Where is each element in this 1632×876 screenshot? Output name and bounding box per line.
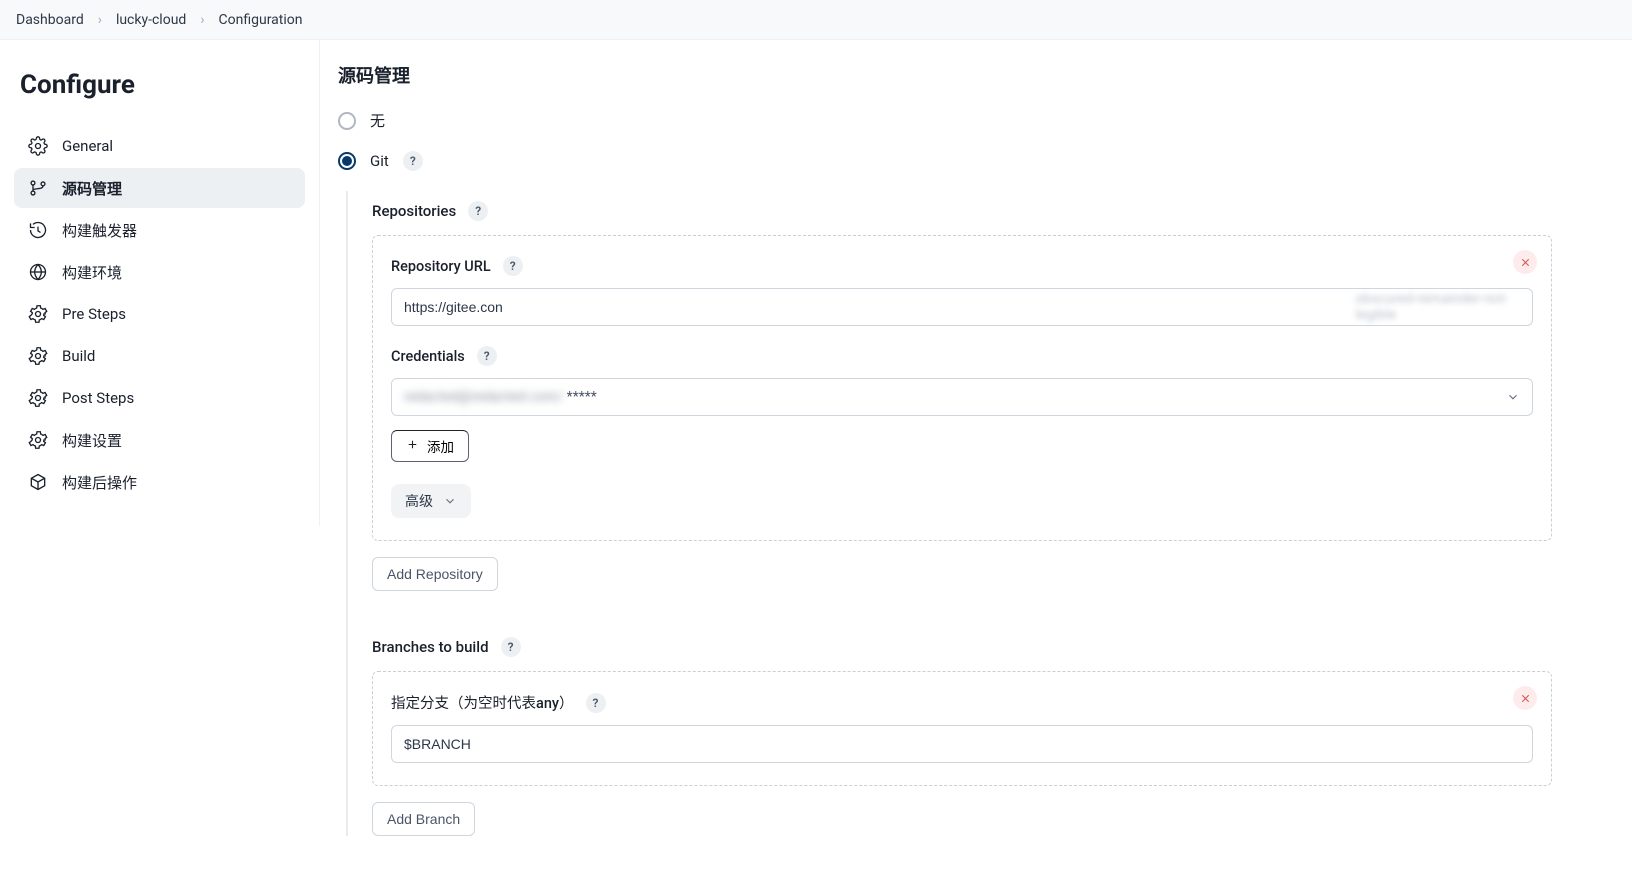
advanced-label: 高级 [405, 491, 433, 511]
help-icon[interactable]: ? [468, 201, 488, 221]
add-repository-label: Add Repository [387, 566, 483, 582]
sidebar-item-build-settings[interactable]: 构建设置 [14, 420, 305, 460]
git-branch-icon [28, 178, 48, 198]
sidebar-item-label: 源码管理 [62, 178, 122, 199]
scm-option-none[interactable]: 无 [338, 110, 1552, 131]
repository-url-field[interactable] [404, 299, 1351, 315]
page-title: Configure [20, 70, 299, 100]
credentials-select[interactable]: redacted@redacted.com/ ***** [391, 378, 1533, 416]
credentials-value-suffix: ***** [567, 389, 597, 405]
gear-icon [28, 136, 48, 156]
branch-spec-input[interactable] [391, 725, 1533, 763]
remove-branch-button[interactable] [1513, 686, 1537, 710]
sidebar-item-label: 构建触发器 [62, 220, 137, 241]
plus-icon [406, 438, 419, 454]
repository-card: Repository URL ? obscured-remainder-not-… [372, 235, 1552, 541]
credentials-label: Credentials [391, 348, 465, 365]
help-icon[interactable]: ? [586, 693, 606, 713]
sidebar-item-label: Pre Steps [62, 305, 126, 323]
repository-url-input[interactable]: obscured-remainder-not-legible [391, 288, 1533, 326]
gear-icon [28, 388, 48, 408]
chevron-down-icon [443, 494, 457, 508]
sidebar-item-triggers[interactable]: 构建触发器 [14, 210, 305, 250]
sidebar: Configure General 源码管理 构建触发器 构建环境 [0, 40, 320, 526]
radio-icon[interactable] [338, 152, 356, 170]
scm-option-git[interactable]: Git ? [338, 151, 1552, 171]
add-branch-button[interactable]: Add Branch [372, 802, 475, 836]
gear-icon [28, 346, 48, 366]
chevron-right-icon: › [98, 12, 102, 28]
sidebar-item-label: Build [62, 347, 95, 365]
add-credential-button[interactable]: 添加 [391, 430, 469, 462]
globe-icon [28, 262, 48, 282]
repositories-label: Repositories [372, 202, 456, 220]
redacted-text: obscured-remainder-not-legible [1355, 291, 1520, 323]
sidebar-item-post-build[interactable]: 构建后操作 [14, 462, 305, 502]
add-branch-label: Add Branch [387, 811, 460, 827]
scm-option-git-label: Git [370, 152, 389, 170]
breadcrumb: Dashboard › lucky-cloud › Configuration [0, 0, 1632, 40]
gear-icon [28, 304, 48, 324]
sidebar-item-label: General [62, 137, 113, 155]
add-repository-button[interactable]: Add Repository [372, 557, 498, 591]
sidebar-item-label: Post Steps [62, 389, 134, 407]
remove-repository-button[interactable] [1513, 250, 1537, 274]
breadcrumb-dashboard[interactable]: Dashboard [16, 12, 84, 28]
help-icon[interactable]: ? [477, 346, 497, 366]
breadcrumb-configuration[interactable]: Configuration [219, 12, 303, 28]
redacted-text: redacted@redacted.com/ [404, 389, 563, 405]
sidebar-item-general[interactable]: General [14, 126, 305, 166]
help-icon[interactable]: ? [403, 151, 423, 171]
section-heading-scm: 源码管理 [338, 62, 1552, 88]
sidebar-item-label: 构建环境 [62, 262, 122, 283]
chevron-right-icon: › [200, 12, 204, 28]
branch-spec-label: 指定分支（为空时代表any） [391, 692, 574, 713]
sidebar-item-label: 构建后操作 [62, 472, 137, 493]
history-icon [28, 220, 48, 240]
sidebar-item-post-steps[interactable]: Post Steps [14, 378, 305, 418]
add-credential-label: 添加 [427, 436, 454, 456]
branch-card: 指定分支（为空时代表any） ? [372, 671, 1552, 786]
sidebar-item-label: 构建设置 [62, 430, 122, 451]
branches-label: Branches to build [372, 638, 489, 656]
box-icon [28, 472, 48, 492]
advanced-toggle[interactable]: 高级 [391, 484, 471, 518]
main-content: 源码管理 无 Git ? Repositories ? Reposit [320, 40, 1580, 876]
help-icon[interactable]: ? [501, 637, 521, 657]
sidebar-item-build[interactable]: Build [14, 336, 305, 376]
gear-icon [28, 430, 48, 450]
help-icon[interactable]: ? [503, 256, 523, 276]
sidebar-item-pre-steps[interactable]: Pre Steps [14, 294, 305, 334]
sidebar-item-scm[interactable]: 源码管理 [14, 168, 305, 208]
chevron-down-icon [1506, 390, 1520, 404]
branch-spec-field[interactable] [404, 736, 1520, 752]
radio-icon[interactable] [338, 112, 356, 130]
repository-url-label: Repository URL [391, 258, 491, 275]
scm-option-none-label: 无 [370, 110, 385, 131]
sidebar-item-build-env[interactable]: 构建环境 [14, 252, 305, 292]
breadcrumb-project[interactable]: lucky-cloud [116, 12, 186, 28]
